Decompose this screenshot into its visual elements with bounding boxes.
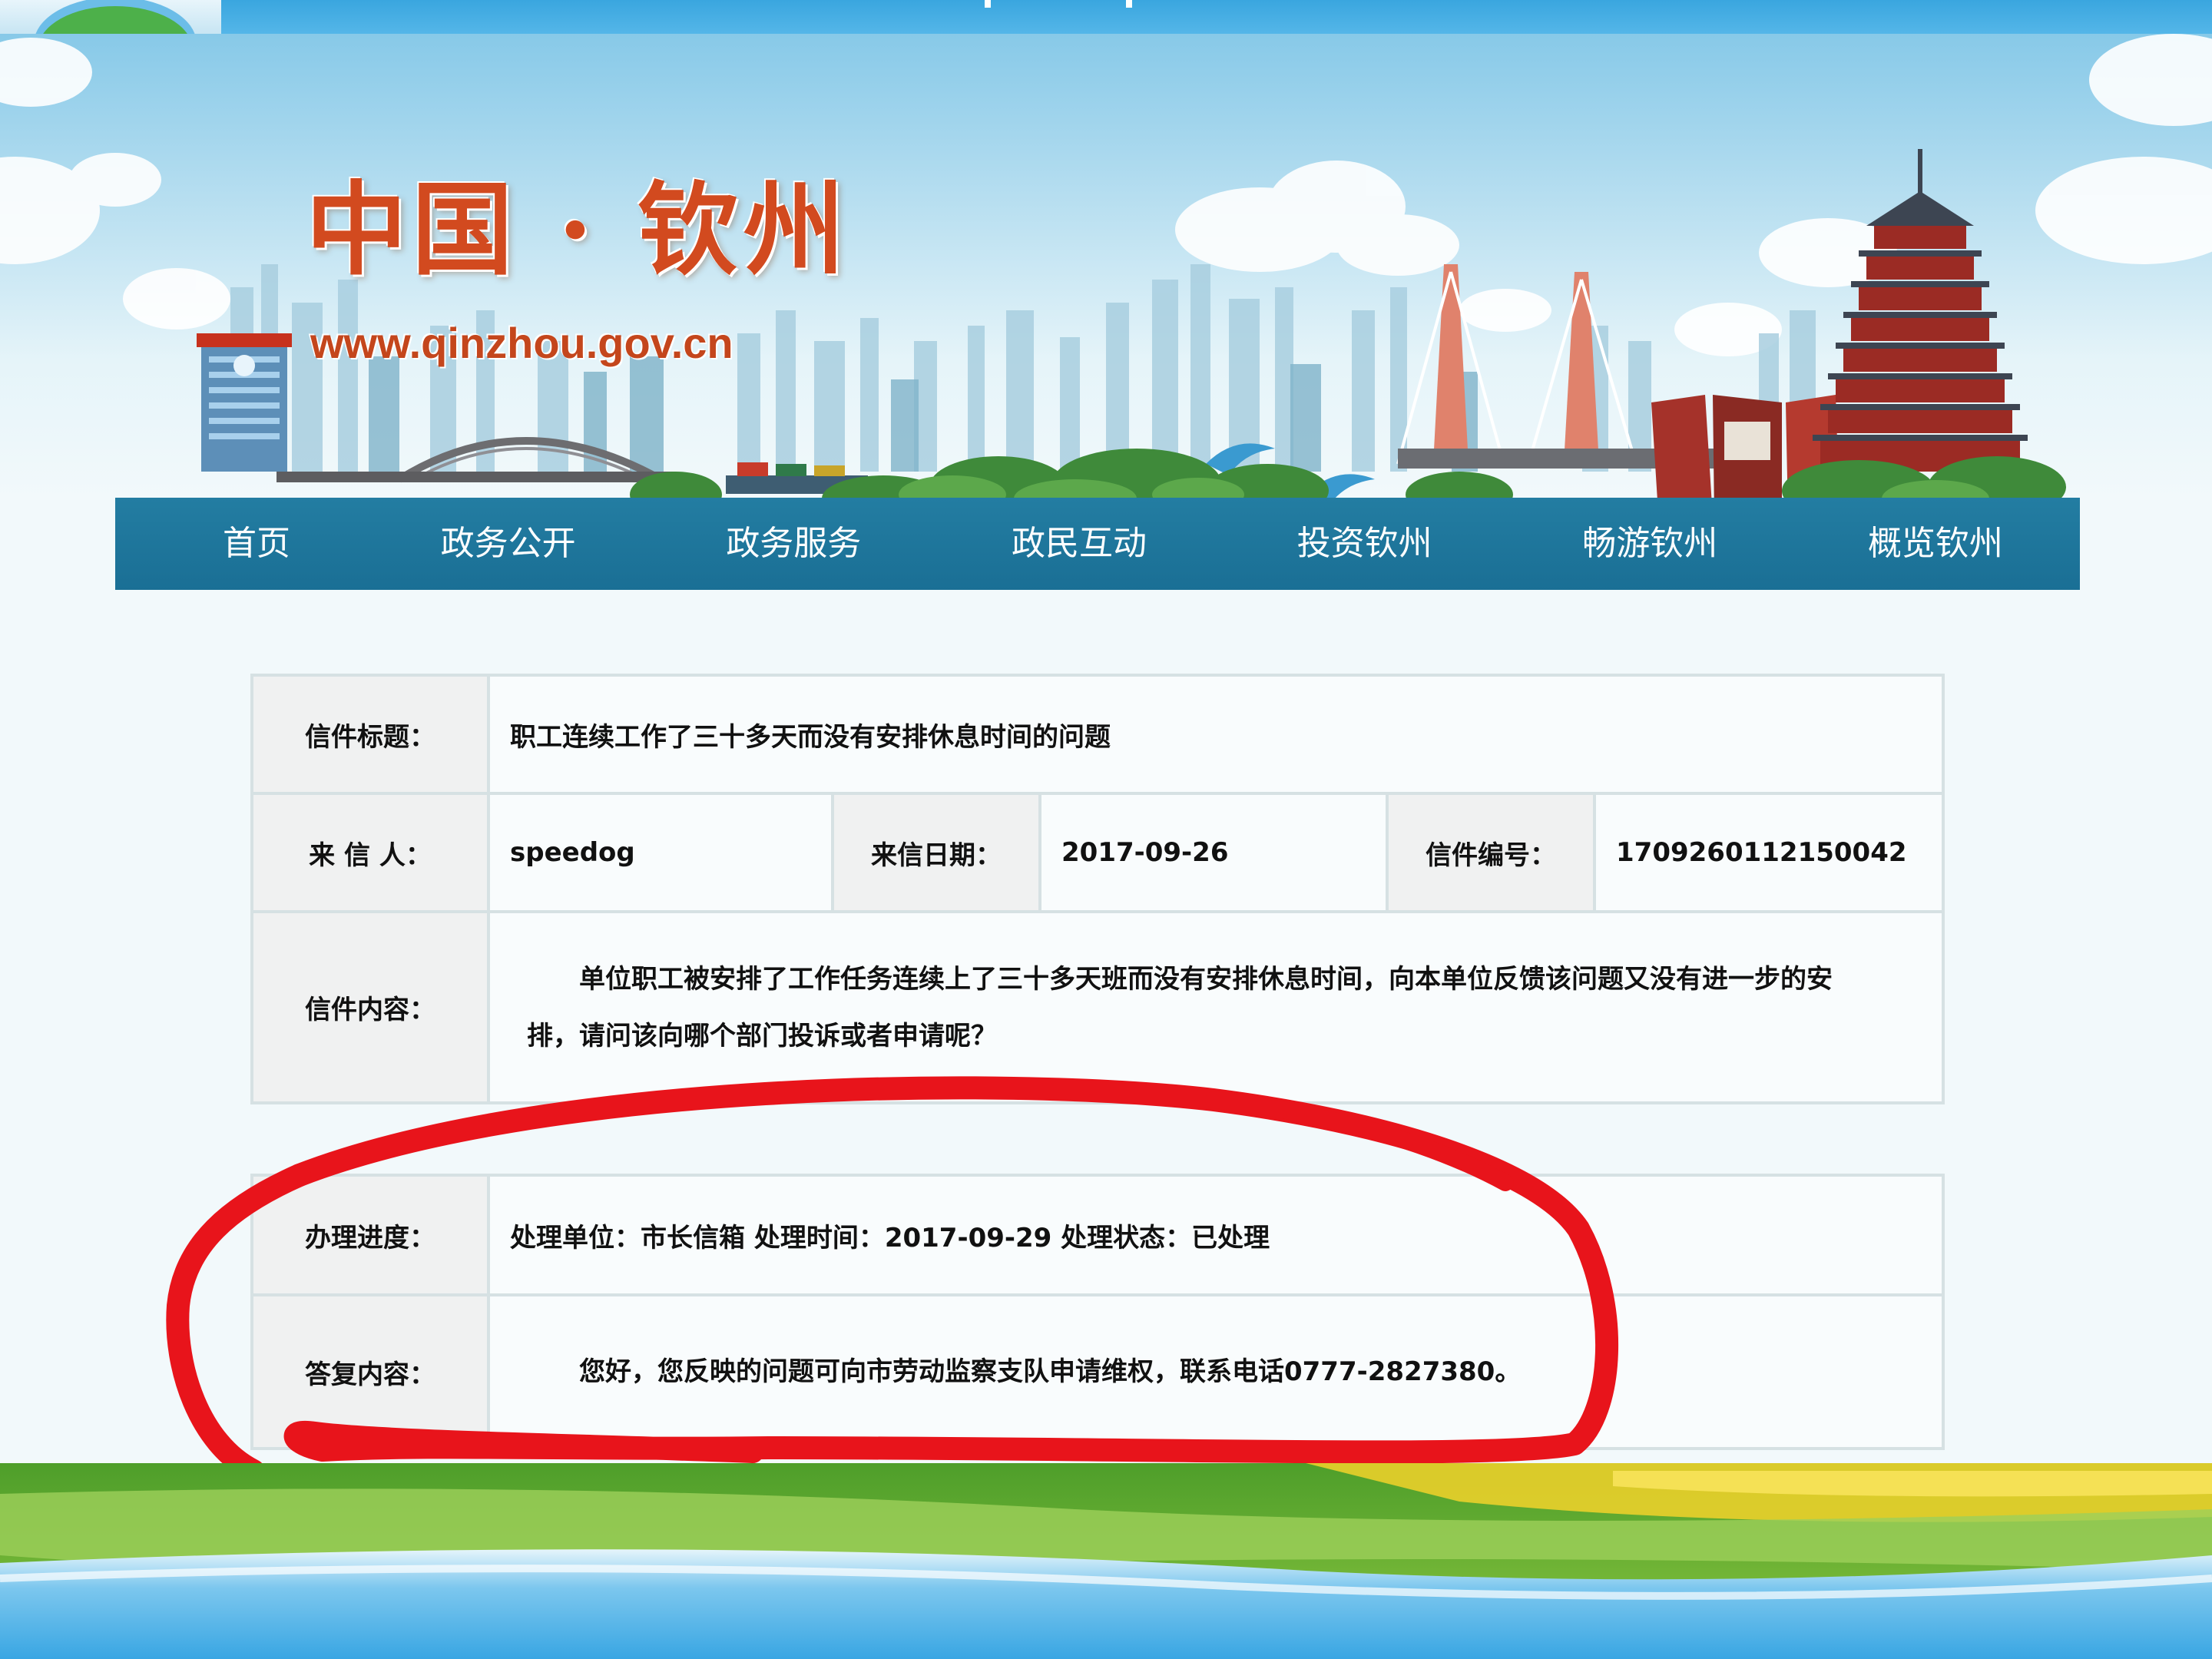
reply-details-table: 办理进度： 处理单位：市长信箱 处理时间：2017-09-29 处理状态：已处理… [250, 1174, 1945, 1450]
letter-title-value: 职工连续工作了三十多天而没有安排休息时间的问题 [487, 677, 1942, 792]
top-strip-divider [985, 0, 991, 8]
top-strip-divider [1126, 0, 1132, 8]
letter-date-value: 2017-09-26 [1038, 795, 1386, 910]
reply-content-label: 答复内容： [253, 1296, 487, 1447]
letter-details-table: 信件标题： 职工连续工作了三十多天而没有安排休息时间的问题 来 信 人： spe… [250, 674, 1945, 1104]
sender-value: speedog [487, 795, 831, 910]
nav-item-government-affairs[interactable]: 政务公开 [441, 527, 576, 561]
letter-content-value: 单位职工被安排了工作任务连续上了三十多天班而没有安排休息时间，向本单位反馈该问题… [487, 913, 1942, 1101]
top-strip [0, 0, 2212, 34]
table-row: 答复内容： 您好，您反映的问题可向市劳动监察支队申请维权，联系电话0777-28… [253, 1296, 1942, 1447]
nav-item-overview[interactable]: 概览钦州 [1868, 527, 2003, 561]
nav-item-government-services[interactable]: 政务服务 [726, 527, 861, 561]
sender-label: 来 信 人： [253, 795, 487, 910]
table-row: 信件标题： 职工连续工作了三十多天而没有安排休息时间的问题 [253, 677, 1942, 795]
letter-number-label: 信件编号： [1386, 795, 1593, 910]
letter-content-label: 信件内容： [253, 913, 487, 1101]
progress-label: 办理进度： [253, 1177, 487, 1293]
nav-item-tourism[interactable]: 畅游钦州 [1582, 527, 1717, 561]
table-row: 信件内容： 单位职工被安排了工作任务连续上了三十多天班而没有安排休息时间，向本单… [253, 913, 1942, 1101]
table-row: 办理进度： 处理单位：市长信箱 处理时间：2017-09-29 处理状态：已处理 [253, 1177, 1942, 1296]
reply-content-value: 您好，您反映的问题可向市劳动监察支队申请维权，联系电话0777-2827380。 [487, 1296, 1942, 1447]
nav-item-public-interaction[interactable]: 政民互动 [1012, 527, 1147, 561]
nav-item-invest[interactable]: 投资钦州 [1297, 527, 1432, 561]
progress-value: 处理单位：市长信箱 处理时间：2017-09-29 处理状态：已处理 [487, 1177, 1942, 1293]
letter-date-label: 来信日期： [831, 795, 1038, 910]
site-banner: 中国 · 钦州 www.qinzhou.gov.cn [0, 34, 2212, 499]
site-title: 中国 · 钦州 [306, 171, 849, 290]
letter-title-label: 信件标题： [253, 677, 487, 792]
site-url: www.qinzhou.gov.cn [310, 319, 733, 367]
top-logo-fragment [0, 0, 221, 34]
landscape-footer-illustration [0, 1463, 2212, 1659]
table-row: 来 信 人： speedog 来信日期： 2017-09-26 信件编号： 17… [253, 795, 1942, 913]
letter-number-value: 1709260112150042 [1593, 795, 1942, 910]
nav-item-home[interactable]: 首页 [223, 527, 290, 561]
main-nav: 首页 政务公开 政务服务 政民互动 投资钦州 畅游钦州 概览钦州 [115, 498, 2080, 590]
